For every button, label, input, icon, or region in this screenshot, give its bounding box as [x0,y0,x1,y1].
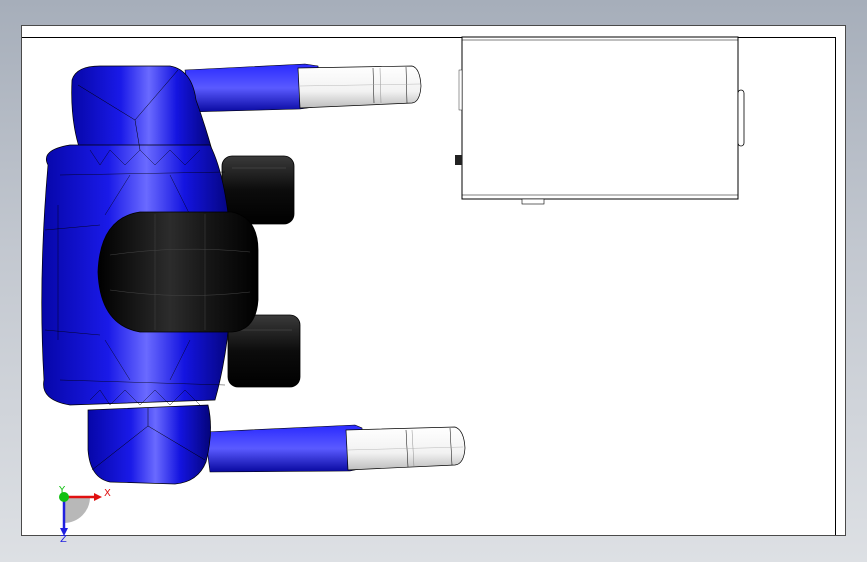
y-axis-label: Y [58,485,66,496]
side-view[interactable] [455,36,745,205]
lower-leg[interactable] [204,424,466,473]
z-axis-label: Z [60,534,67,545]
graphics-viewport[interactable]: X Y Z [0,0,867,562]
black-seat[interactable] [97,211,259,333]
x-axis-label: X [104,488,111,499]
upper-leg[interactable] [184,63,422,113]
model-view[interactable]: X Y Z [0,0,867,562]
coordinate-triad: X Y Z [58,485,111,545]
